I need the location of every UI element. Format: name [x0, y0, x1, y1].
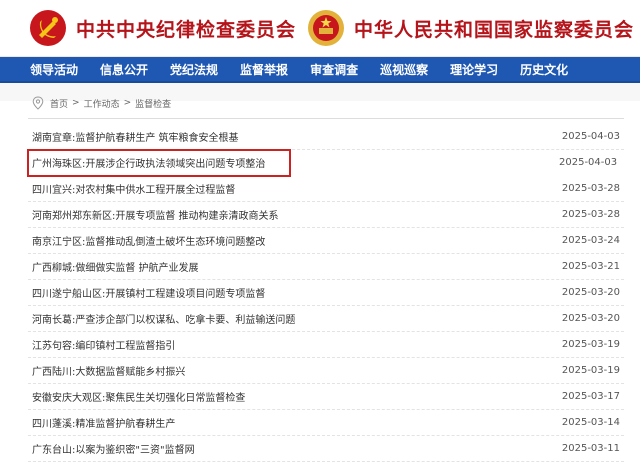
national-emblem-icon [306, 8, 346, 48]
list-item: 江苏句容:编印镇村工程监督指引 2025-03-19 [28, 332, 624, 358]
article-title-link[interactable]: 河南郑州郑东新区:开展专项监督 推动构建亲清政商关系 [32, 207, 279, 222]
article-title-link[interactable]: 广西陆川:大数据监督赋能乡村振兴 [32, 363, 185, 378]
list-item: 四川蓬溪:精准监督护航春耕生产 2025-03-14 [28, 410, 624, 436]
nav-item-info-disclosure[interactable]: 信息公开 [100, 61, 148, 78]
article-title-link[interactable]: 湖南宜章:监督护航春耕生产 筑牢粮食安全根基 [32, 129, 239, 144]
article-date: 2025-03-24 [562, 235, 620, 246]
list-item: 广西陆川:大数据监督赋能乡村振兴 2025-03-19 [28, 358, 624, 384]
article-title-link[interactable]: 广州海珠区:开展涉企行政执法领域突出问题专项整治 [32, 155, 265, 170]
nsc-brand[interactable]: 中华人民共和国国家监察委员会 [306, 8, 634, 48]
article-date: 2025-03-19 [562, 365, 620, 376]
article-title-link[interactable]: 河南长葛:严查涉企部门以权谋私、吃拿卡要、利益输送问题 [32, 311, 295, 326]
list-item: 湖南宜章:监督护航春耕生产 筑牢粮食安全根基 2025-04-03 [28, 124, 624, 150]
breadcrumb-work-news[interactable]: 工作动态 [84, 97, 120, 110]
article-date: 2025-03-20 [562, 313, 620, 324]
article-title-link[interactable]: 南京江宁区:监督推动乱倒渣土破坏生态环境问题整改 [32, 233, 265, 248]
article-title-link[interactable]: 四川遂宁船山区:开展镇村工程建设项目问题专项监督 [32, 285, 265, 300]
list-item: 安徽安庆大观区:聚焦民生关切强化日常监督检查 2025-03-17 [28, 384, 624, 410]
article-title-link[interactable]: 江苏句容:编印镇村工程监督指引 [32, 337, 175, 352]
nav-item-history[interactable]: 历史文化 [520, 61, 568, 78]
article-date: 2025-03-28 [562, 183, 620, 194]
article-date: 2025-03-19 [562, 339, 620, 350]
article-date: 2025-03-28 [562, 209, 620, 220]
ccdi-title: 中共中央纪律检查委员会 [76, 15, 296, 42]
article-date: 2025-03-11 [562, 443, 620, 454]
list-item: 广东台山:以案为鉴织密"三资"监督网 2025-03-11 [28, 436, 624, 462]
article-date: 2025-03-17 [562, 391, 620, 402]
breadcrumb-home[interactable]: 首页 [50, 97, 68, 110]
site-header: 中共中央纪律检查委员会 中华人民共和国国家监察委员会 [0, 0, 640, 57]
article-title-link[interactable]: 四川宜兴:对农村集中供水工程开展全过程监督 [32, 181, 235, 196]
article-date: 2025-04-03 [559, 157, 617, 168]
nav-item-leadership[interactable]: 领导活动 [30, 61, 78, 78]
article-date: 2025-03-14 [562, 417, 620, 428]
breadcrumb-separator: > [72, 98, 80, 108]
breadcrumb-divider [28, 118, 624, 119]
list-item: 河南长葛:严查涉企部门以权谋私、吃拿卡要、利益输送问题 2025-03-20 [28, 306, 624, 332]
nav-item-inspection[interactable]: 巡视巡察 [380, 61, 428, 78]
article-title-link[interactable]: 安徽安庆大观区:聚焦民生关切强化日常监督检查 [32, 389, 245, 404]
article-list: 湖南宜章:监督护航春耕生产 筑牢粮食安全根基 2025-04-03 广州海珠区:… [28, 124, 624, 462]
article-title-link[interactable]: 广西柳城:做细做实监督 护航产业发展 [32, 259, 199, 274]
list-item: 广西柳城:做细做实监督 护航产业发展 2025-03-21 [28, 254, 624, 280]
list-item: 四川遂宁船山区:开展镇村工程建设项目问题专项监督 2025-03-20 [28, 280, 624, 306]
breadcrumb-separator: > [124, 98, 132, 108]
article-date: 2025-03-20 [562, 287, 620, 298]
nav-item-regulations[interactable]: 党纪法规 [170, 61, 218, 78]
list-item: 河南郑州郑东新区:开展专项监督 推动构建亲清政商关系 2025-03-28 [28, 202, 624, 228]
article-title-link[interactable]: 四川蓬溪:精准监督护航春耕生产 [32, 415, 175, 430]
list-item: 四川宜兴:对农村集中供水工程开展全过程监督 2025-03-28 [28, 176, 624, 202]
list-item: 南京江宁区:监督推动乱倒渣土破坏生态环境问题整改 2025-03-24 [28, 228, 624, 254]
list-item-highlighted: 广州海珠区:开展涉企行政执法领域突出问题专项整治 2025-04-03 [28, 150, 290, 176]
breadcrumb-current[interactable]: 监督检查 [135, 97, 171, 110]
article-title-link[interactable]: 广东台山:以案为鉴织密"三资"监督网 [32, 441, 195, 456]
main-nav: 领导活动 信息公开 党纪法规 监督举报 审查调查 巡视巡察 理论学习 历史文化 [0, 57, 640, 83]
nsc-title: 中华人民共和国国家监察委员会 [354, 15, 634, 42]
article-date: 2025-03-21 [562, 261, 620, 272]
location-pin-icon [32, 96, 44, 110]
article-date: 2025-04-03 [562, 131, 620, 142]
nav-item-supervision-report[interactable]: 监督举报 [240, 61, 288, 78]
nav-item-theory[interactable]: 理论学习 [450, 61, 498, 78]
party-emblem-icon [28, 8, 68, 48]
nav-item-investigation[interactable]: 审查调查 [310, 61, 358, 78]
ccdi-brand[interactable]: 中共中央纪律检查委员会 [28, 8, 296, 48]
breadcrumb: 首页 > 工作动态 > 监督检查 [32, 96, 171, 110]
